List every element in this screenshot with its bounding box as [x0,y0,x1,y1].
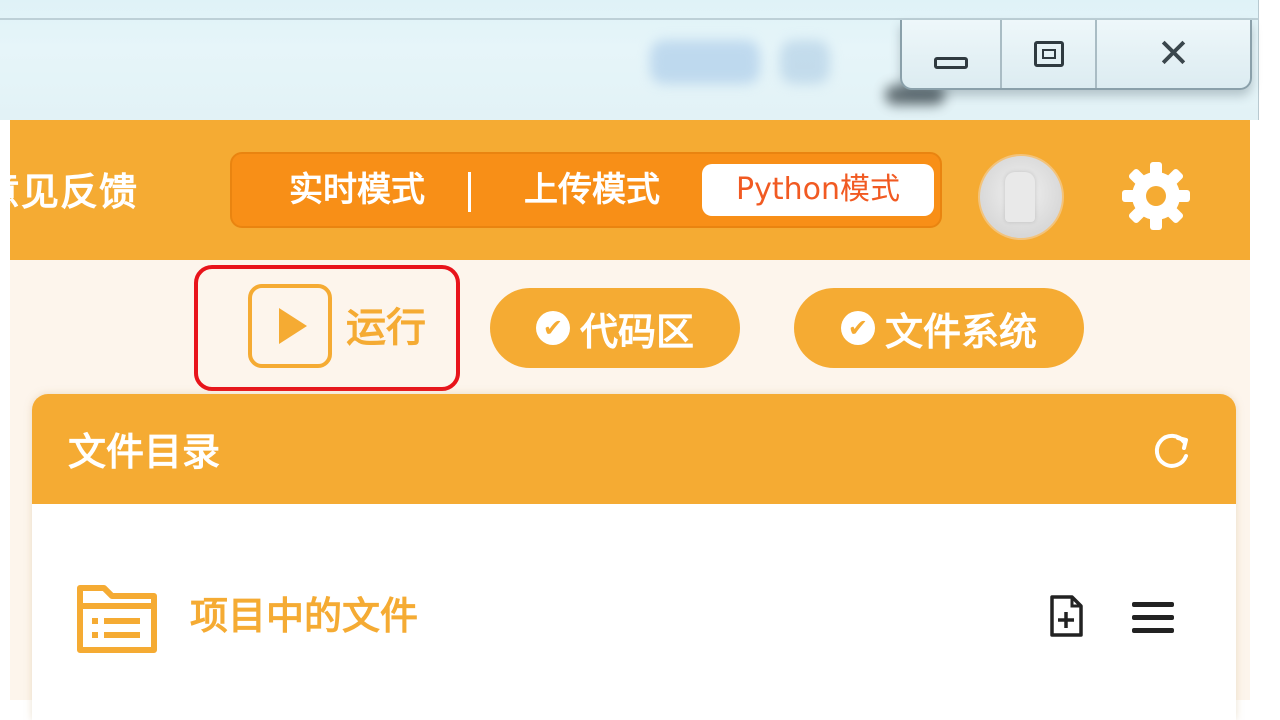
maximize-icon [1033,41,1064,67]
file-directory-panel: 文件目录 项目中的文件 [32,394,1236,720]
run-button[interactable] [248,284,332,368]
menu-icon[interactable] [1130,600,1176,636]
blurred-taskbar-item [650,40,760,84]
panel-title: 文件目录 [68,430,221,474]
file-system-label: 文件系统 [884,309,1037,354]
code-area-toggle[interactable]: ✔ 代码区 [490,288,740,368]
mode-realtime-tab[interactable]: 实时模式 [252,154,462,226]
project-files-title[interactable]: 项目中的文件 [190,586,418,646]
file-system-toggle[interactable]: ✔ 文件系统 [794,288,1084,368]
window-right-edge [1250,120,1280,720]
code-area-label: 代码区 [579,309,694,354]
panel-header: 文件目录 [32,394,1236,504]
check-icon: ✔ [535,311,570,345]
new-file-icon[interactable] [1048,594,1084,638]
feedback-link[interactable]: 意见反馈 [0,162,200,222]
refresh-icon[interactable] [1148,428,1194,474]
minimize-button[interactable] [902,20,1002,88]
mode-upload-tab[interactable]: 上传模式 [487,154,697,226]
minimize-icon [934,57,968,69]
run-label[interactable]: 运行 [346,298,426,358]
mode-switch: 实时模式 上传模式 Python模式 [230,152,942,228]
app-window: ✕ 意见反馈 实时模式 上传模式 Python模式 运行 ✔ 代码区 ✔ 文件系… [0,0,1280,720]
close-icon: ✕ [1156,31,1191,77]
gear-icon[interactable] [1118,158,1194,234]
maximize-button[interactable] [1002,20,1097,88]
check-icon: ✔ [840,311,875,345]
blurred-taskbar-item [780,40,830,84]
close-button[interactable]: ✕ [1097,20,1250,88]
mode-python-tab[interactable]: Python模式 [702,164,934,216]
avatar-icon [1005,172,1035,222]
folder-icon [77,585,157,653]
window-controls: ✕ [900,20,1252,90]
mode-separator [468,172,471,212]
play-icon [279,308,307,344]
avatar[interactable] [978,154,1064,240]
